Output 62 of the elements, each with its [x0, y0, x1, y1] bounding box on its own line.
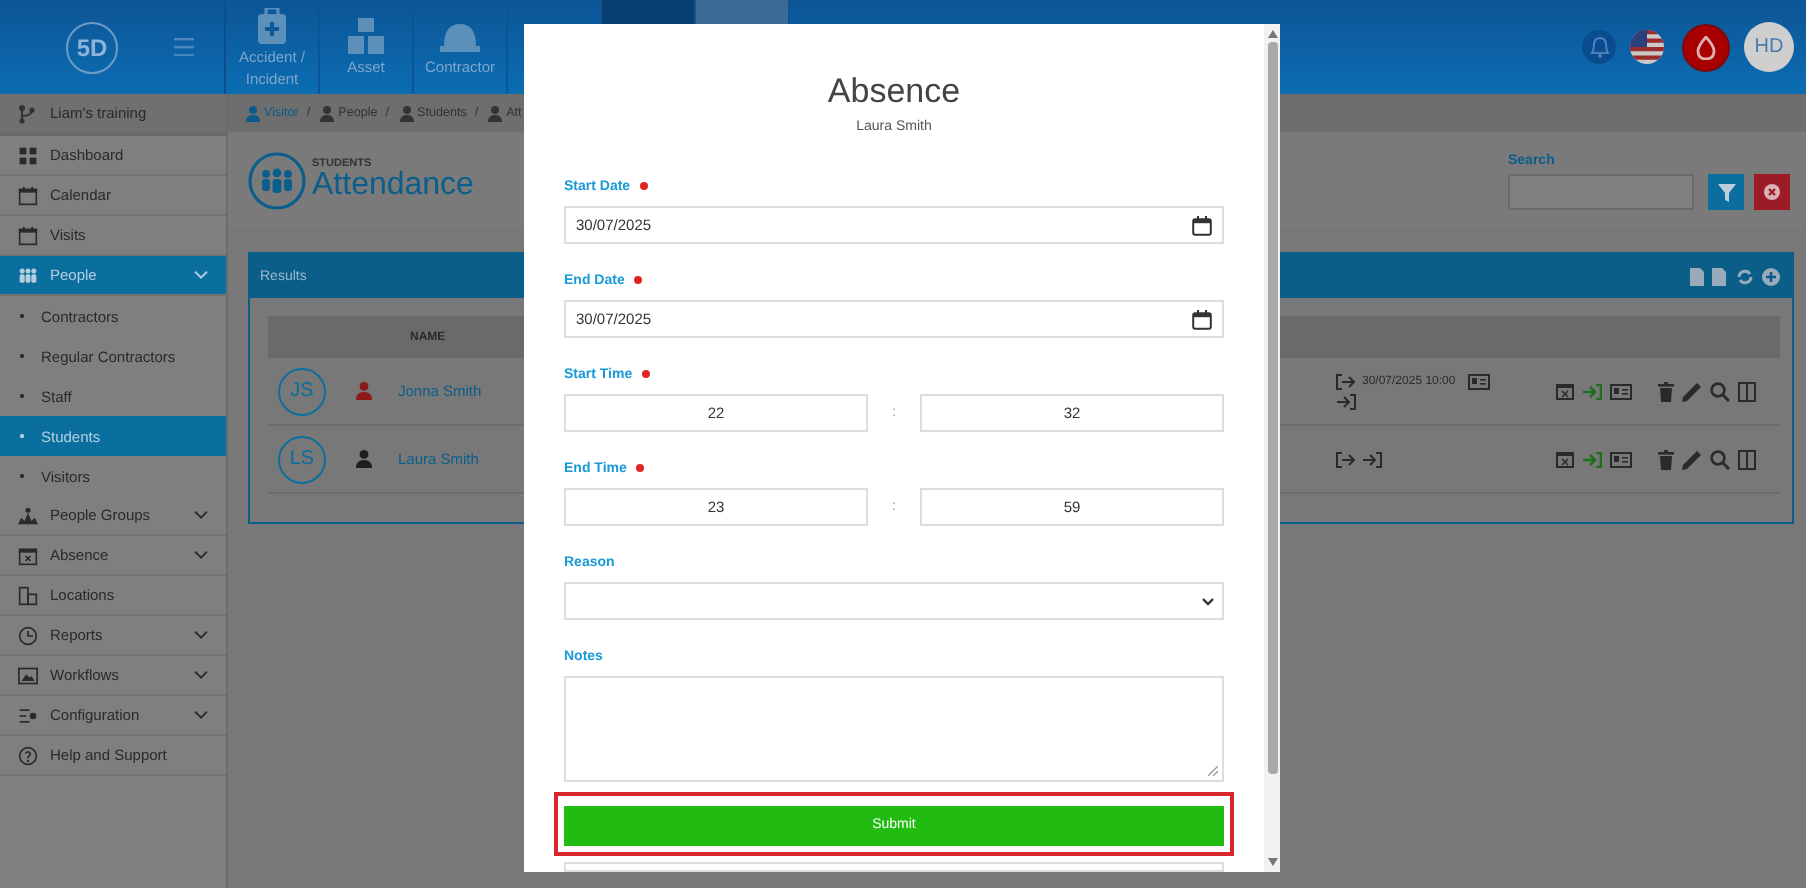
page-title: Attendance — [312, 169, 474, 203]
building-icon — [18, 585, 38, 605]
person-icon — [320, 105, 335, 121]
caret-icon — [1202, 597, 1214, 605]
alert-button[interactable] — [1682, 23, 1730, 71]
add-icon[interactable] — [1762, 267, 1780, 285]
people-icon — [18, 265, 38, 285]
pencil-icon[interactable] — [1682, 381, 1702, 401]
dialog-title: Absence — [825, 72, 963, 112]
trash-icon[interactable] — [1658, 449, 1674, 469]
dashboard-icon — [18, 145, 38, 165]
people-icon — [248, 151, 306, 209]
boxes-icon — [346, 18, 386, 55]
person-icon — [399, 105, 413, 121]
image-icon — [18, 665, 38, 685]
branch-icon — [18, 103, 36, 123]
clear-button[interactable] — [1754, 174, 1790, 210]
sign-in-icon — [1362, 451, 1382, 467]
refresh-icon[interactable] — [1736, 267, 1754, 285]
notification-button[interactable] — [1582, 30, 1616, 64]
people-group-icon — [18, 505, 38, 525]
columns-icon[interactable] — [1738, 449, 1756, 469]
search-icon[interactable] — [1710, 381, 1730, 401]
id-card-icon[interactable] — [1610, 383, 1632, 399]
clock-icon — [18, 625, 38, 645]
close-icon — [1764, 184, 1780, 200]
sign-out-icon — [1336, 451, 1356, 467]
calendar-icon[interactable] — [1192, 215, 1212, 235]
hard-hat-icon — [440, 18, 480, 55]
bell-icon — [1589, 36, 1609, 58]
initials-avatar: JS — [278, 367, 326, 415]
initials-avatar: LS — [278, 435, 326, 483]
sign-out-icon — [1336, 373, 1356, 389]
flag-icon[interactable] — [1630, 30, 1664, 64]
trash-icon[interactable] — [1658, 381, 1674, 401]
scrollbar[interactable] — [1264, 24, 1280, 872]
filter-icon — [1717, 183, 1735, 201]
scroll-down-icon[interactable] — [1267, 858, 1277, 866]
filter-button[interactable] — [1708, 174, 1744, 210]
person-icon — [246, 105, 260, 121]
search-icon[interactable] — [1710, 449, 1730, 469]
id-card-icon — [1467, 373, 1490, 389]
sign-in-icon — [1336, 393, 1356, 409]
calendar-icon — [18, 185, 38, 205]
resize-handle-icon[interactable] — [1208, 766, 1218, 776]
import-icon[interactable] — [1688, 267, 1704, 285]
notes-field[interactable] — [564, 676, 1224, 782]
calendar-icon — [18, 225, 38, 245]
logo: 5D — [66, 21, 118, 73]
help-icon — [18, 745, 38, 765]
calendar-icon — [18, 545, 38, 565]
first-aid-icon — [252, 8, 292, 44]
calendar-icon[interactable] — [1192, 309, 1212, 329]
user-avatar[interactable]: HD — [1744, 22, 1794, 72]
person-icon — [488, 105, 503, 121]
id-card-icon[interactable] — [1610, 451, 1632, 467]
columns-icon[interactable] — [1738, 381, 1756, 401]
scroll-up-icon[interactable] — [1267, 30, 1277, 38]
sliders-icon — [18, 705, 38, 725]
drop-icon — [1696, 35, 1716, 59]
export-icon[interactable] — [1712, 267, 1728, 285]
pencil-icon[interactable] — [1682, 449, 1702, 469]
